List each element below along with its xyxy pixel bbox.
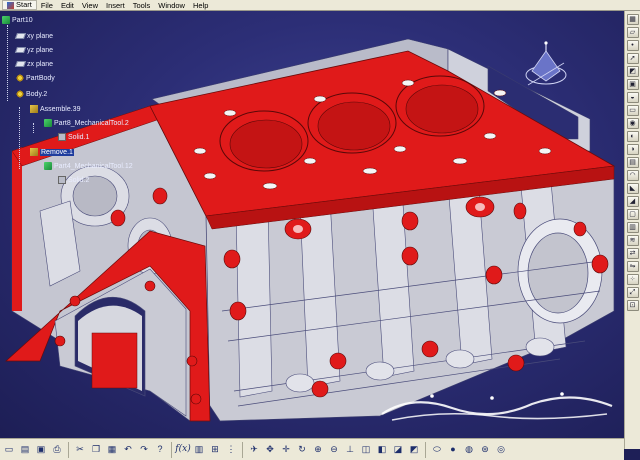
- plane-icon[interactable]: ▱: [626, 27, 639, 38]
- tree-node-tool2[interactable]: Part8_MechanicalTool.2: [44, 118, 129, 128]
- formula-icon[interactable]: f(x): [175, 443, 190, 457]
- zoom-out-icon[interactable]: ⊖: [327, 443, 341, 457]
- menu-help[interactable]: Help: [189, 1, 212, 10]
- translate-icon[interactable]: ⇄: [626, 248, 639, 259]
- tree-node-solid1[interactable]: Solid.1: [58, 132, 89, 142]
- tree-node-yz-plane[interactable]: yz plane: [14, 45, 53, 55]
- zoom-in-icon[interactable]: ⊕: [311, 443, 325, 457]
- measure-icon[interactable]: ⊡: [626, 300, 639, 311]
- watermark-logo: [372, 386, 622, 428]
- groove-icon[interactable]: ◐: [626, 131, 639, 142]
- part-icon: [2, 16, 10, 24]
- start-icon: [7, 1, 14, 9]
- shaft-icon[interactable]: ◑: [626, 144, 639, 155]
- apply-material-icon[interactable]: ◍: [462, 443, 476, 457]
- tile-icon[interactable]: ▦: [626, 14, 639, 25]
- toolbar-separator: [68, 441, 69, 458]
- views-icon[interactable]: ◫: [359, 443, 373, 457]
- pattern-icon[interactable]: ⁘: [626, 274, 639, 285]
- axis-icon[interactable]: ⊞: [208, 443, 222, 457]
- tree-connector: [33, 123, 34, 133]
- 3d-viewport[interactable]: Part10 xy plane yz plane zx plane PartBo…: [0, 11, 624, 438]
- right-toolbar: ▦ ▱ • ➚ ◩ ▣ ◒ ▭ ◉ ◐ ◑ ▤ ◠ ◣ ◢ ▢ ▥ ≋ ⇄ ⇋ ⁘ ⤢ ⊡: [624, 11, 640, 449]
- scale-icon[interactable]: ⤢: [626, 287, 639, 298]
- tool-icon: [44, 119, 52, 127]
- thread-icon[interactable]: ≋: [626, 235, 639, 246]
- shading-icon[interactable]: ◧: [375, 443, 389, 457]
- save-icon[interactable]: ▣: [34, 443, 48, 457]
- undo-icon[interactable]: ↶: [121, 443, 135, 457]
- copy-icon[interactable]: ❐: [89, 443, 103, 457]
- mirror-icon[interactable]: ⇋: [626, 261, 639, 272]
- assemble-icon: [30, 105, 38, 113]
- rib-icon[interactable]: ◒: [626, 92, 639, 103]
- normal-view-icon[interactable]: ⊥: [343, 443, 357, 457]
- bottom-toolbar: ▭ ▤ ▣ ⎙ ✂ ❐ ▦ ↶ ↷ ? f(x) ▥ ⊞ ⋮ ✈ ✥ ✛ ↻ ⊕…: [0, 438, 624, 460]
- rotate-icon[interactable]: ↻: [295, 443, 309, 457]
- pan-icon[interactable]: ✛: [279, 443, 293, 457]
- tree-node-partbody[interactable]: PartBody: [16, 73, 55, 83]
- open-icon[interactable]: ▤: [18, 443, 32, 457]
- new-icon[interactable]: ▭: [2, 443, 16, 457]
- fillet-icon[interactable]: ◠: [626, 170, 639, 181]
- sphere-icon[interactable]: ●: [446, 443, 460, 457]
- menu-file[interactable]: File: [37, 1, 57, 10]
- tree-node-tool12[interactable]: Part4_MechanicalTool.12: [44, 161, 133, 171]
- compass-icon[interactable]: [524, 41, 568, 97]
- pad-icon[interactable]: ▤: [626, 157, 639, 168]
- toolbar-separator: [425, 441, 426, 458]
- shell-icon[interactable]: ▢: [626, 209, 639, 220]
- cut-icon[interactable]: ✂: [73, 443, 87, 457]
- pocket-icon[interactable]: ▣: [626, 79, 639, 90]
- toolbar-separator: [242, 441, 243, 458]
- tree-node-remove[interactable]: Remove.1: [30, 147, 74, 157]
- fly-icon[interactable]: ✈: [247, 443, 261, 457]
- menu-tools[interactable]: Tools: [129, 1, 155, 10]
- tool-icon: [44, 162, 52, 170]
- tree-node-body2[interactable]: Body.2: [16, 89, 47, 99]
- hide-icon[interactable]: ◪: [391, 443, 405, 457]
- point-icon[interactable]: •: [626, 40, 639, 51]
- tree-node-assemble[interactable]: Assemble.39: [30, 104, 80, 114]
- menu-view[interactable]: View: [78, 1, 102, 10]
- swap-icon[interactable]: ◩: [407, 443, 421, 457]
- cylinder-icon[interactable]: ⬭: [430, 443, 444, 457]
- solid-icon: [58, 176, 66, 184]
- menu-insert[interactable]: Insert: [102, 1, 129, 10]
- body-gear-icon: [16, 74, 24, 82]
- tree-node-xy-plane[interactable]: xy plane: [14, 31, 53, 41]
- hole-icon[interactable]: ◉: [626, 118, 639, 129]
- plane-icon: [14, 33, 27, 39]
- print-icon[interactable]: ⎙: [50, 443, 64, 457]
- navigate-icon[interactable]: ◎: [494, 443, 508, 457]
- tree-node-zx-plane[interactable]: zx plane: [14, 59, 53, 69]
- menu-edit[interactable]: Edit: [57, 1, 78, 10]
- chamfer-icon[interactable]: ◣: [626, 183, 639, 194]
- plane-icon: [14, 61, 27, 67]
- tree-connector: [7, 25, 8, 101]
- arrow-icon[interactable]: ➚: [626, 53, 639, 64]
- paste-icon[interactable]: ▦: [105, 443, 119, 457]
- slot-icon[interactable]: ▭: [626, 105, 639, 116]
- plane-icon: [14, 47, 27, 53]
- redo-icon[interactable]: ↷: [137, 443, 151, 457]
- solid-icon: [58, 133, 66, 141]
- menu-window[interactable]: Window: [154, 1, 189, 10]
- whatsthis-icon[interactable]: ?: [153, 443, 167, 457]
- body-gear-icon: [16, 90, 24, 98]
- toolbar-separator: [171, 441, 172, 458]
- tree-node-solid2[interactable]: Solid.2: [58, 175, 89, 185]
- remove-icon: [30, 148, 38, 156]
- tree-icon[interactable]: ⋮: [224, 443, 238, 457]
- tree-connector: [19, 107, 20, 169]
- thickness-icon[interactable]: ▥: [626, 222, 639, 233]
- fit-icon[interactable]: ✥: [263, 443, 277, 457]
- section-icon[interactable]: ◩: [626, 66, 639, 77]
- draft-icon[interactable]: ◢: [626, 196, 639, 207]
- tree-node-part10[interactable]: Part10: [2, 15, 33, 25]
- sketcher-icon[interactable]: ▥: [192, 443, 206, 457]
- menu-bar: Start File Edit View Insert Tools Window…: [0, 0, 640, 11]
- select-icon[interactable]: ⊛: [478, 443, 492, 457]
- menu-start[interactable]: Start: [2, 0, 37, 10]
